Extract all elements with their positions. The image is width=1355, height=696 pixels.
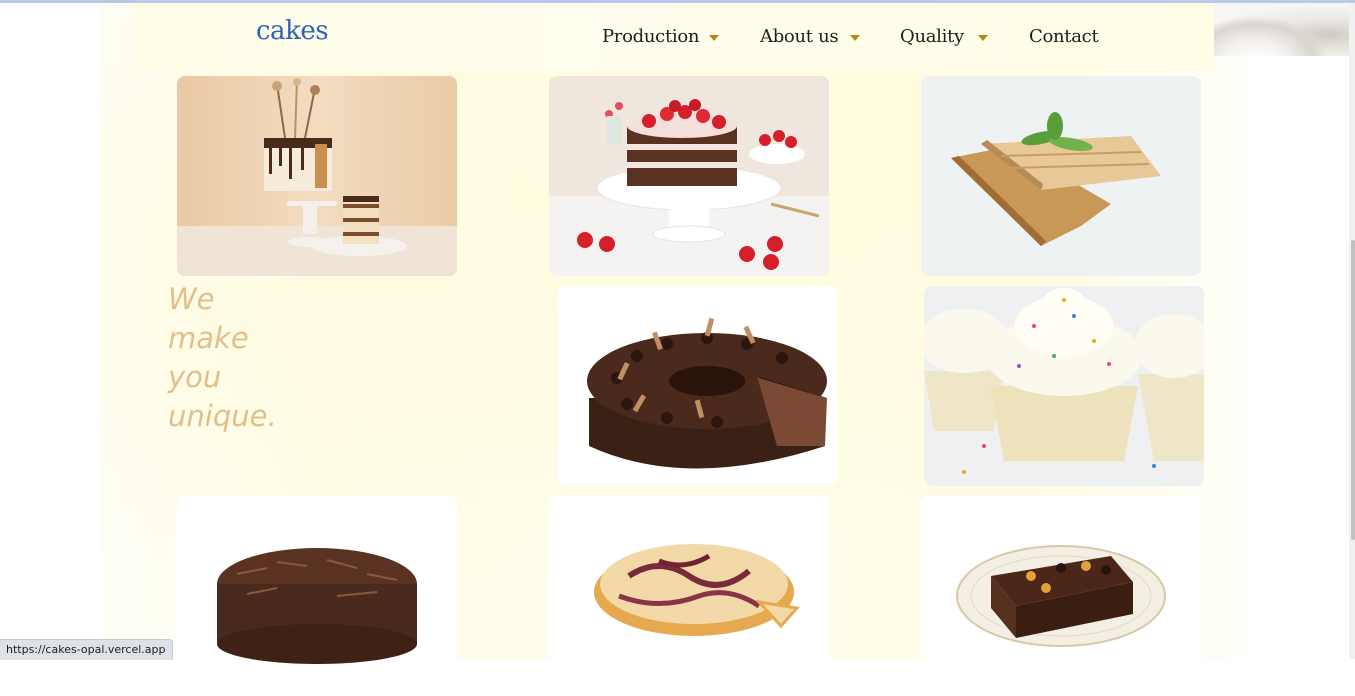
- cream-swirl-image: [1214, 3, 1349, 56]
- brownie-icon[interactable]: [921, 496, 1201, 696]
- chevron-down-icon[interactable]: [850, 35, 860, 41]
- chocolate-shaving-cake-icon[interactable]: [177, 496, 457, 696]
- cupcakes-icon[interactable]: [924, 286, 1204, 486]
- marble-cheesecake-icon[interactable]: [549, 496, 829, 696]
- status-bar-url: https://cakes-opal.vercel.app: [0, 639, 173, 660]
- nav-contact[interactable]: Contact: [1029, 26, 1099, 47]
- nav-production[interactable]: Production: [602, 26, 699, 47]
- page-scrollbar-thumb[interactable]: [1351, 240, 1355, 540]
- tagline-line: unique.: [168, 399, 277, 433]
- nav-quality[interactable]: Quality: [900, 26, 964, 47]
- tagline-line: We: [168, 282, 215, 316]
- chevron-down-icon[interactable]: [709, 35, 719, 41]
- hero-tagline: We make you unique.: [168, 280, 328, 436]
- nav-about-us[interactable]: About us: [760, 26, 839, 47]
- tagline-line: you: [168, 360, 222, 394]
- drip-cake-icon[interactable]: [177, 76, 457, 276]
- chocolate-torte-icon[interactable]: [557, 286, 837, 486]
- brand-logo[interactable]: cakes: [256, 16, 329, 46]
- strawberry-cake-icon[interactable]: [549, 76, 829, 276]
- tagline-line: make: [168, 321, 249, 355]
- crispy-slice-icon[interactable]: [921, 76, 1201, 276]
- chevron-down-icon[interactable]: [978, 35, 988, 41]
